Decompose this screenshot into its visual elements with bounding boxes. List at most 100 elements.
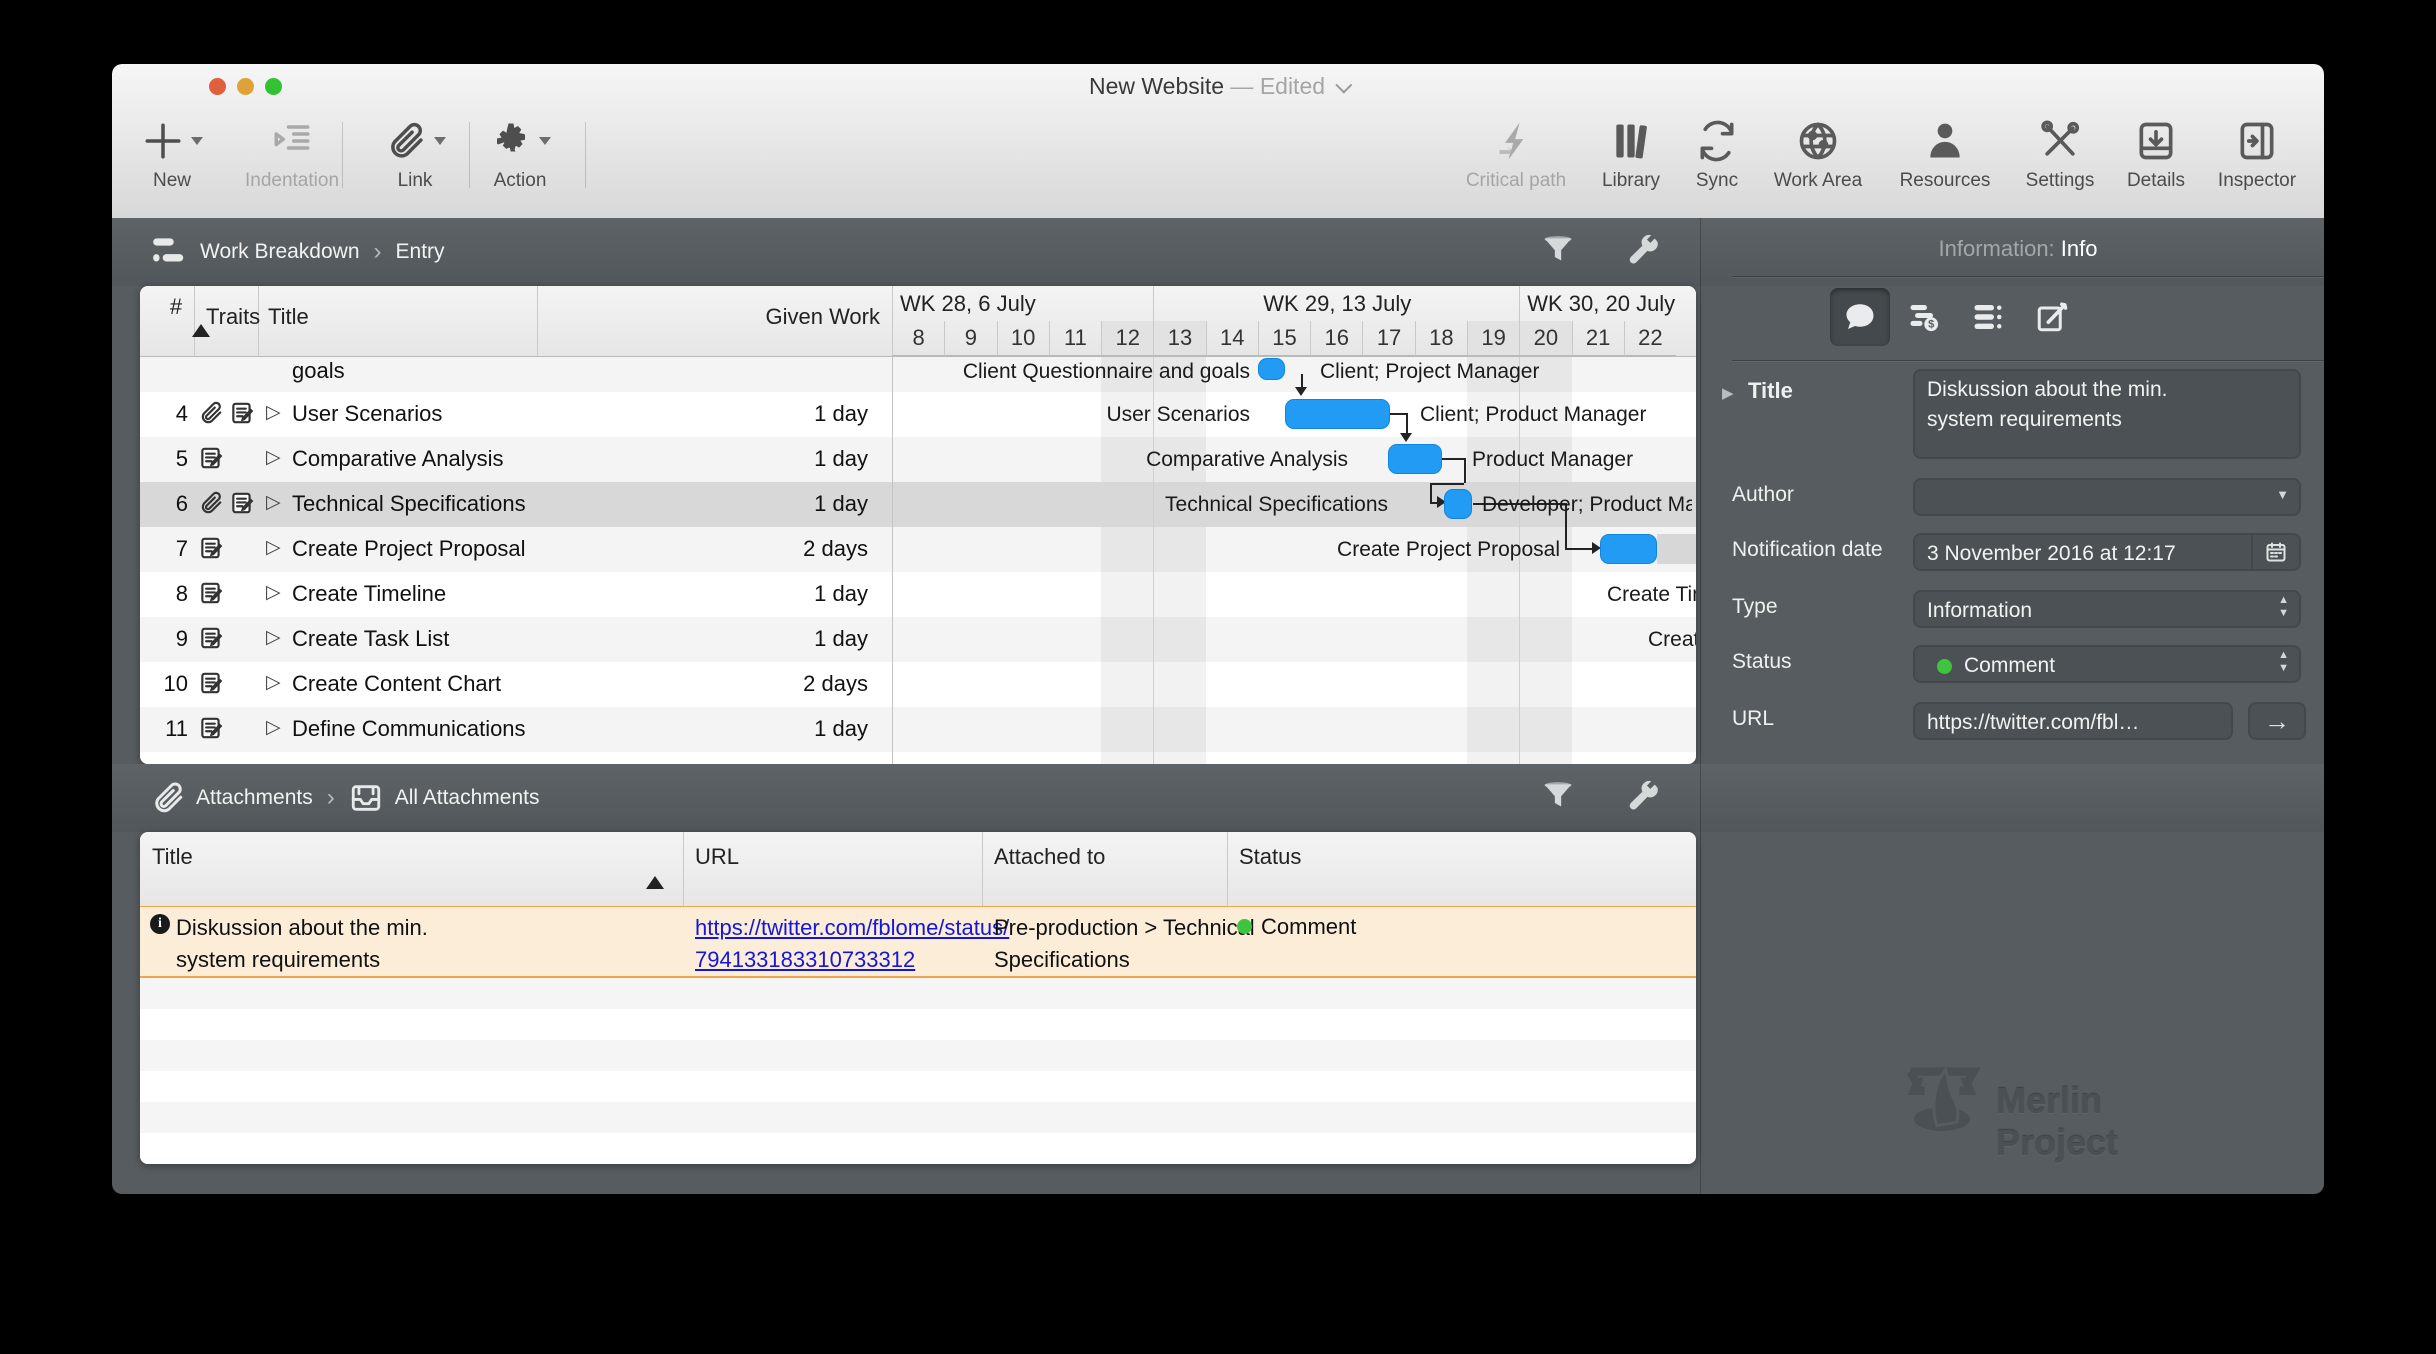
sort-ascending-icon[interactable] (646, 876, 664, 889)
column-header-title[interactable]: Title (268, 304, 309, 330)
day-header[interactable]: 22 (1624, 321, 1676, 356)
note-trait-icon[interactable] (198, 580, 224, 611)
column-header-given-work[interactable]: Given Work (549, 304, 880, 330)
column-header-traits[interactable]: Traits (206, 304, 260, 330)
day-header[interactable]: 13 (1153, 321, 1205, 356)
toolbar-button-action[interactable]: Action (450, 112, 590, 192)
column-divider[interactable] (982, 832, 983, 906)
note-trait-icon[interactable] (198, 445, 224, 476)
day-header[interactable]: 8 (892, 321, 944, 356)
disclosure-triangle-icon[interactable]: ▷ (266, 671, 281, 694)
column-header-title[interactable]: Title (152, 844, 193, 870)
view-settings-wrench-icon[interactable] (1624, 232, 1662, 275)
day-header[interactable]: 12 (1101, 321, 1153, 356)
info-icon[interactable]: i (150, 914, 170, 934)
day-header[interactable]: 17 (1362, 321, 1414, 356)
breadcrumb-attachments[interactable]: Attachments (196, 786, 313, 810)
list-tab[interactable] (1958, 288, 2018, 346)
note-trait-icon[interactable] (198, 715, 224, 746)
task-title[interactable]: Define Communications (292, 716, 526, 742)
note-trait-icon[interactable] (229, 400, 255, 431)
stepper-icon[interactable]: ▲▼ (2278, 649, 2289, 675)
task-title[interactable]: goals (292, 358, 345, 384)
edited-state[interactable]: Edited (1260, 73, 1325, 99)
week-header[interactable]: WK 28, 6 July (892, 286, 1161, 321)
combo-arrow-icon[interactable]: ▼ (2276, 488, 2289, 501)
day-header[interactable]: 20 (1519, 321, 1571, 356)
inspector-title-field[interactable]: Diskussion about the min.system requirem… (1913, 369, 2301, 459)
breadcrumb-all-attachments[interactable]: All Attachments (395, 786, 540, 810)
disclosure-triangle-icon[interactable]: ▷ (266, 401, 281, 424)
note-trait-icon[interactable] (198, 535, 224, 566)
dropdown-arrow-icon[interactable] (434, 137, 446, 145)
gantt-bar[interactable] (1600, 534, 1657, 564)
dropdown-arrow-icon[interactable] (191, 137, 203, 145)
gantt-bar[interactable] (1285, 399, 1390, 429)
attachment-url-link[interactable]: https://twitter.com/fblome/status/794133… (695, 915, 1009, 972)
paperclip-trait-icon[interactable] (198, 400, 224, 431)
open-url-button[interactable]: → (2248, 702, 2306, 740)
disclosure-triangle-icon[interactable]: ▷ (266, 491, 281, 514)
field-status[interactable]: Comment▲▼ (1913, 645, 2301, 683)
disclosure-triangle-icon[interactable]: ▷ (266, 581, 281, 604)
field-type[interactable]: Information▲▼ (1913, 590, 2301, 628)
view-settings-wrench-icon[interactable] (1624, 778, 1662, 821)
title-disclosure-icon[interactable]: ▶ (1722, 384, 1734, 402)
filter-funnel-icon[interactable] (1539, 778, 1577, 821)
gantt-bar[interactable] (1444, 489, 1472, 519)
gantt-bar[interactable] (1258, 358, 1285, 380)
gantt-bar[interactable] (1388, 444, 1442, 474)
gantt-boundary-divider[interactable] (892, 286, 893, 764)
task-title[interactable]: Create Project Proposal (292, 536, 526, 562)
day-header[interactable]: 9 (944, 321, 996, 356)
disclosure-triangle-icon[interactable]: ▷ (266, 626, 281, 649)
column-divider[interactable] (1227, 832, 1228, 906)
attachment-row[interactable]: iDiskussion about the min.system require… (140, 906, 1696, 978)
column-header-status[interactable]: Status (1239, 844, 1301, 870)
day-header[interactable]: 21 (1572, 321, 1624, 356)
column-divider[interactable] (194, 286, 195, 356)
task-title[interactable]: Create Content Chart (292, 671, 501, 697)
note-trait-icon[interactable] (198, 670, 224, 701)
day-header[interactable]: 16 (1310, 321, 1362, 356)
paperclip-trait-icon[interactable] (198, 490, 224, 521)
week-header[interactable]: WK 29, 13 July (1153, 286, 1520, 321)
day-header[interactable]: 10 (997, 321, 1049, 356)
field-notification-date[interactable]: 3 November 2016 at 12:17 (1913, 533, 2301, 571)
note-trait-icon[interactable] (229, 490, 255, 521)
task-title[interactable]: Technical Specifications (292, 491, 526, 517)
disclosure-triangle-icon[interactable]: ▷ (266, 446, 281, 469)
day-header[interactable]: 18 (1415, 321, 1467, 356)
column-divider[interactable] (537, 286, 538, 356)
note-trait-icon[interactable] (198, 625, 224, 656)
day-header[interactable]: 19 (1467, 321, 1519, 356)
calendar-button[interactable] (2251, 535, 2299, 569)
day-header[interactable]: 14 (1206, 321, 1258, 356)
day-header[interactable]: 11 (1049, 321, 1101, 356)
dropdown-arrow-icon[interactable] (539, 137, 551, 145)
task-title[interactable]: User Scenarios (292, 401, 442, 427)
comment-tab-selected[interactable] (1830, 288, 1890, 346)
disclosure-triangle-icon[interactable]: ▷ (266, 536, 281, 559)
column-header-attached-to[interactable]: Attached to (994, 844, 1105, 870)
gantt-bar-remainder[interactable] (1657, 534, 1696, 564)
column-divider[interactable] (683, 832, 684, 906)
toolbar-button-indentation[interactable]: Indentation (222, 112, 362, 192)
attachment-url-link[interactable]: https://twitter.com/fblome/status/794133… (695, 912, 1009, 976)
filter-funnel-icon[interactable] (1539, 232, 1577, 275)
breadcrumb-entry[interactable]: Entry (396, 240, 445, 264)
field-url[interactable]: https://twitter.com/fbl… (1913, 702, 2233, 740)
toolbar-button-inspector[interactable]: Inspector (2182, 112, 2324, 192)
disclosure-triangle-icon[interactable]: ▷ (266, 716, 281, 739)
task-title[interactable]: Create Timeline (292, 581, 446, 607)
budget-tab[interactable]: $ (1894, 288, 1954, 346)
task-title[interactable]: Create Task List (292, 626, 449, 652)
breadcrumb-work-breakdown[interactable]: Work Breakdown (200, 240, 360, 264)
edit-tab[interactable] (2022, 288, 2082, 346)
week-header[interactable]: WK 30, 20 July (1519, 286, 1684, 321)
day-header[interactable]: 15 (1258, 321, 1310, 356)
column-header-url[interactable]: URL (695, 844, 739, 870)
column-header-num[interactable]: # (158, 294, 194, 320)
title-chevron-icon[interactable] (1335, 77, 1352, 94)
stepper-icon[interactable]: ▲▼ (2278, 594, 2289, 620)
